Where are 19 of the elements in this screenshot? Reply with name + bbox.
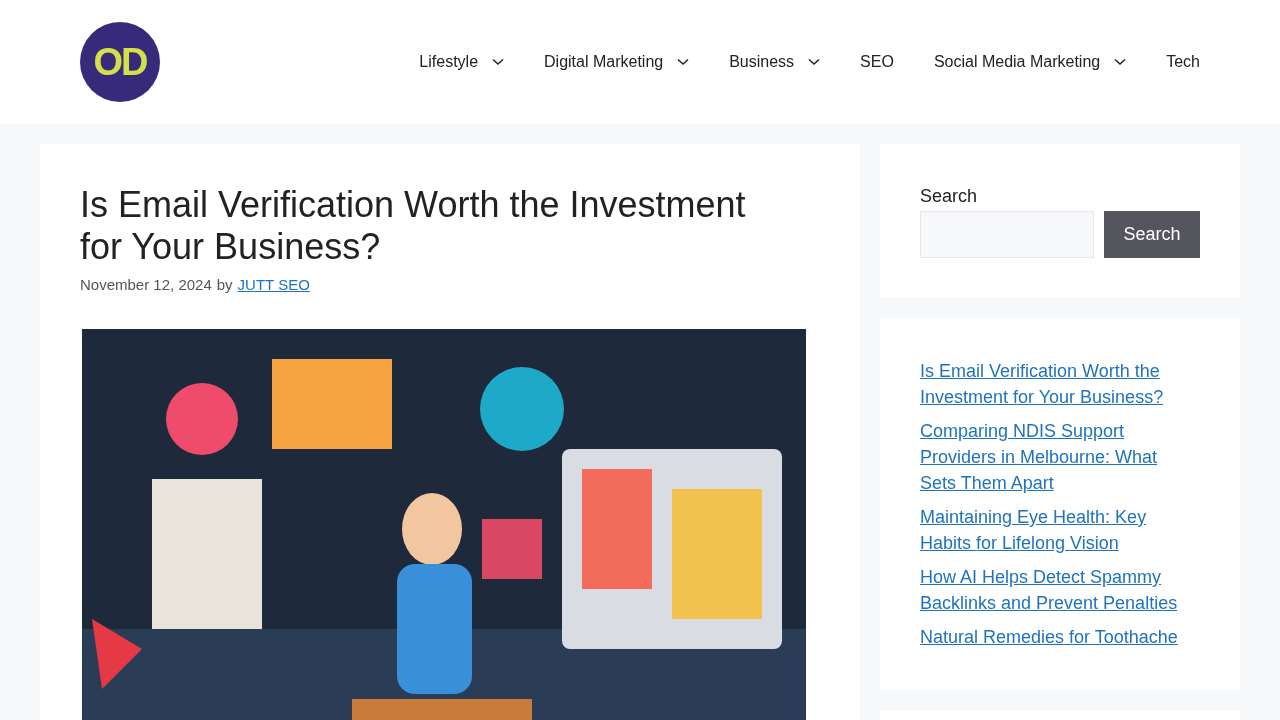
recent-post-link[interactable]: Is Email Verification Worth the Investment for Your Business? <box>920 358 1182 410</box>
nav-link[interactable]: SEO <box>840 53 914 71</box>
byline: by <box>216 275 233 293</box>
search-label: Search <box>920 186 979 207</box>
recent-post-link[interactable]: Natural Remedies for Toothache <box>920 624 1182 650</box>
search-field[interactable] <box>920 211 1094 258</box>
author-link[interactable]: JUTT SEO <box>237 275 310 293</box>
site-logo[interactable]: OD <box>80 22 160 102</box>
recent-post-link[interactable]: Maintaining Eye Health: Key Habits for Lifelong Vision <box>920 504 1182 556</box>
recent-post-link[interactable]: How AI Helps Detect Spammy Backlinks and Prevent Penalties <box>920 564 1182 616</box>
nav-link[interactable]: Social Media Marketing <box>913 53 1147 71</box>
nav-link[interactable]: Business <box>709 53 841 71</box>
nav-link[interactable]: Tech <box>1146 53 1200 71</box>
post-date: November 12, 2024 <box>80 275 212 293</box>
article-title: Is Email Verification Worth the Investment for Your Business? <box>80 184 747 268</box>
recent-post-link[interactable]: Comparing NDIS Support Providers in Melbourne: What Sets Them Apart <box>920 418 1182 496</box>
search-button[interactable]: Search <box>1104 211 1200 258</box>
nav-link[interactable]: Lifestyle <box>399 53 525 71</box>
nav-link[interactable]: Digital Marketing <box>524 53 710 71</box>
